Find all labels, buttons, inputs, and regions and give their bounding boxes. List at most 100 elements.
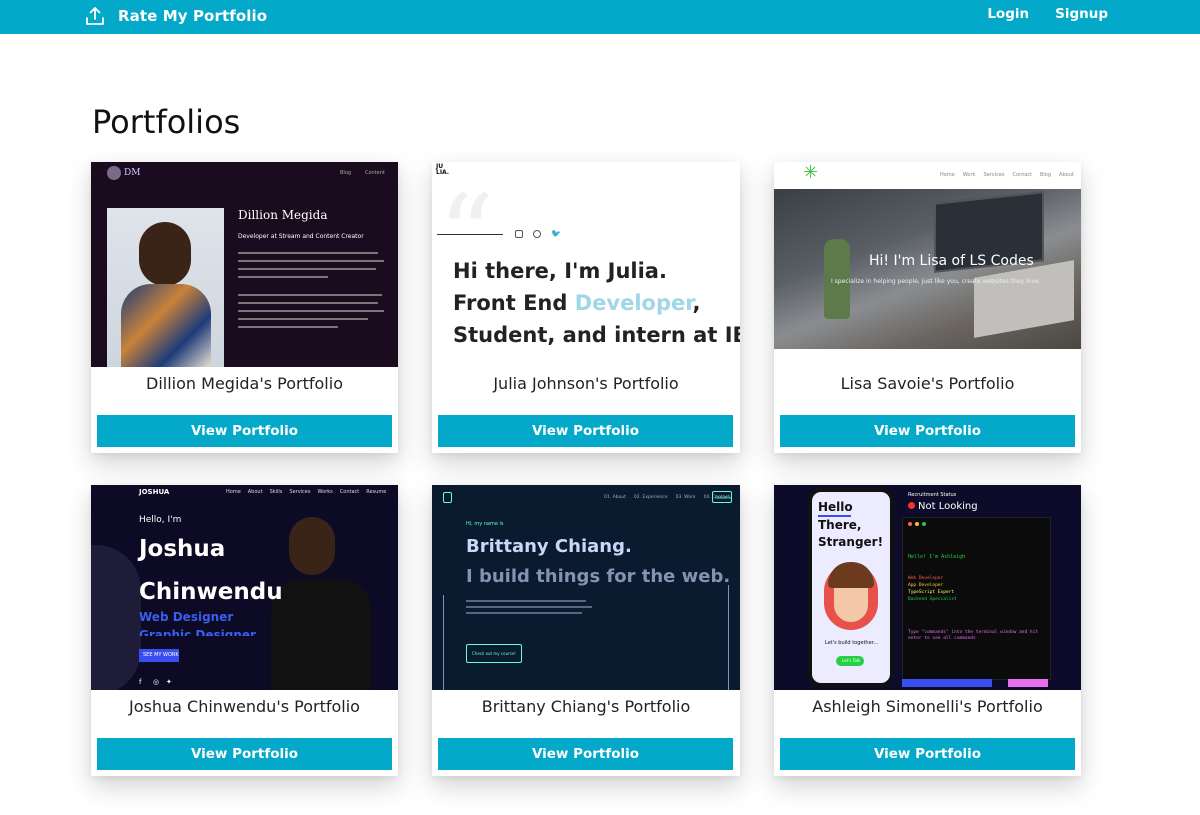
card-title: Julia Johnson's Portfolio [493, 374, 679, 393]
thumb-nav-item: Contact [339, 489, 360, 495]
card-title: Ashleigh Simonelli's Portfolio [812, 697, 1043, 716]
thumb-last-name: Chinwendu [139, 579, 283, 605]
portfolio-thumbnail[interactable]: JU LIA. “ 🐦 Hi there, I'm Julia. Front E… [432, 162, 740, 367]
thumb-logo: DM [124, 168, 141, 178]
phone-subtitle: Let's build together... [825, 640, 879, 646]
thumb-intro: Hi, my name is [466, 521, 504, 527]
thumb-nav-item: Home [226, 489, 241, 495]
thumb-resume-button: Resume [712, 491, 732, 503]
phone-button-label: Let's Talk [842, 658, 861, 663]
instagram-icon [515, 230, 523, 238]
status-value: Not Looking [918, 501, 978, 512]
logo-asterisk-icon: ✳ [803, 162, 819, 183]
terminal-greeting: Hello! I'm Ashleigh [908, 554, 966, 560]
thumb-first-name: Joshua [139, 536, 226, 562]
avatar [107, 166, 121, 180]
thumb-nav-item: Blog [1039, 172, 1052, 178]
thumb-cta-label: SEE MY WORK [143, 652, 179, 658]
underline [818, 515, 851, 517]
thumb-nav: Home Work Services Contact Blog About [940, 172, 1074, 178]
facebook-icon: f [139, 678, 142, 686]
thumb-nav-item: Skills [269, 489, 283, 495]
thumb-subtitle: Developer at Stream and Content Creator [238, 233, 364, 240]
portfolio-card-brittany: 01. About 02. Experience 03. Work 04. Co… [432, 485, 740, 776]
thumb-nav-item: Resume [366, 489, 387, 495]
thumb-line-1: Hi there, I'm Julia. [453, 259, 667, 283]
portfolio-card-ashleigh: Hello There, Stranger! Let's build toget… [774, 485, 1081, 776]
portfolio-thumbnail[interactable]: DM Blog Content Dillion Megida Developer… [91, 162, 398, 367]
thumb-role-1: Web Designer [139, 610, 234, 624]
terminal-skill: TypeScript Expert [908, 590, 955, 595]
terminal-skill: Backend Specialist [908, 597, 957, 602]
terminal-hint: Type "commands" into the terminal window… [908, 630, 1039, 641]
terminal-skill-list: Web Developer App Developer TypeScript E… [908, 576, 957, 604]
thumb-logo: JOSHUA [139, 488, 170, 496]
thumb-line-3: Student, and intern at IBM. [453, 323, 740, 347]
taskbar [902, 679, 992, 687]
thumb-nav-item: 01. About [604, 495, 626, 500]
thumb-role-2: Graphic Designer [139, 628, 256, 636]
signup-link[interactable]: Signup [1055, 6, 1108, 22]
terminal-window: Hello! I'm Ashleigh Web Developer App De… [902, 517, 1051, 680]
view-portfolio-button[interactable]: View Portfolio [780, 415, 1075, 447]
thumb-nav: Home About Skills Services Works Contact… [226, 489, 386, 495]
brand-link[interactable]: Rate My Portfolio [84, 5, 267, 27]
thumb-line-2-highlight: Developer [574, 291, 693, 315]
portfolio-thumbnail[interactable]: JOSHUA Home About Skills Services Works … [91, 485, 398, 690]
thumb-nav-item: 02. Experience [633, 495, 668, 500]
login-link[interactable]: Login [987, 6, 1029, 22]
thumb-resume-label: Resume [715, 495, 732, 500]
divider [437, 234, 503, 235]
thumb-nav-item: About [1059, 172, 1074, 178]
portfolio-card-julia: JU LIA. “ 🐦 Hi there, I'm Julia. Front E… [432, 162, 740, 453]
view-portfolio-button[interactable]: View Portfolio [780, 738, 1075, 770]
portfolio-card-joshua: JOSHUA Home About Skills Services Works … [91, 485, 398, 776]
page-title: Portfolios [92, 103, 241, 141]
phone-frame: Hello There, Stranger! Let's build toget… [808, 488, 894, 687]
brand-name: Rate My Portfolio [118, 7, 268, 25]
status-label: Recruitment Status [908, 492, 957, 498]
portfolio-thumbnail[interactable]: ✳ Home Work Services Contact Blog About … [774, 162, 1081, 367]
card-title: Brittany Chiang's Portfolio [481, 697, 691, 716]
phone-stranger: Stranger! [818, 535, 884, 549]
thumb-body-lines [238, 252, 384, 334]
view-portfolio-button[interactable]: View Portfolio [438, 415, 733, 447]
thumb-nav-item: Blog [340, 170, 352, 176]
view-portfolio-button[interactable]: View Portfolio [438, 738, 733, 770]
thumb-nav: 01. About 02. Experience 03. Work 04. Co… [604, 495, 730, 500]
view-portfolio-button[interactable]: View Portfolio [97, 738, 392, 770]
phone-there: There, [818, 518, 862, 532]
terminal-skill: App Developer [908, 583, 944, 588]
navbar: Rate My Portfolio Login Signup [0, 0, 1200, 34]
avatar [824, 562, 878, 630]
thumb-nav-item: 03. Work [675, 495, 696, 500]
thumb-heading: Hi! I'm Lisa of LS Codes [869, 253, 1034, 269]
status-dot [908, 502, 915, 509]
thumb-nav-item: About [247, 489, 263, 495]
thumb-body-lines [466, 600, 592, 614]
instagram-icon: ◎ [153, 678, 160, 686]
portfolio-thumbnail[interactable]: 01. About 02. Experience 03. Work 04. Co… [432, 485, 740, 690]
hero-image [774, 189, 1081, 349]
thumb-nav-item: Work [962, 172, 976, 178]
view-portfolio-button[interactable]: View Portfolio [97, 415, 392, 447]
card-title: Joshua Chinwendu's Portfolio [129, 697, 360, 716]
thumb-subtitle: I specialize in helping people, just lik… [831, 278, 1041, 285]
logo-icon [443, 492, 452, 503]
taskbar-item [1008, 679, 1048, 687]
twitter-icon: ✦ [166, 678, 172, 686]
portfolio-card-dillion: DM Blog Content Dillion Megida Developer… [91, 162, 398, 453]
email-rail [728, 585, 729, 690]
thumb-nav-item: Works [317, 489, 333, 495]
decorative-shape [91, 545, 141, 690]
github-icon [533, 230, 541, 238]
terminal-skill: Web Developer [908, 576, 944, 581]
profile-photo [107, 208, 224, 367]
portfolio-thumbnail[interactable]: Hello There, Stranger! Let's build toget… [774, 485, 1081, 690]
thumb-cta-label: Check out my course! [472, 651, 516, 656]
thumb-nav-item: Content [365, 170, 385, 176]
thumb-cta: SEE MY WORK [139, 649, 179, 662]
social-rail [443, 595, 444, 690]
phone-hello: Hello [818, 500, 853, 514]
thumb-nav-item: Services [983, 172, 1005, 178]
